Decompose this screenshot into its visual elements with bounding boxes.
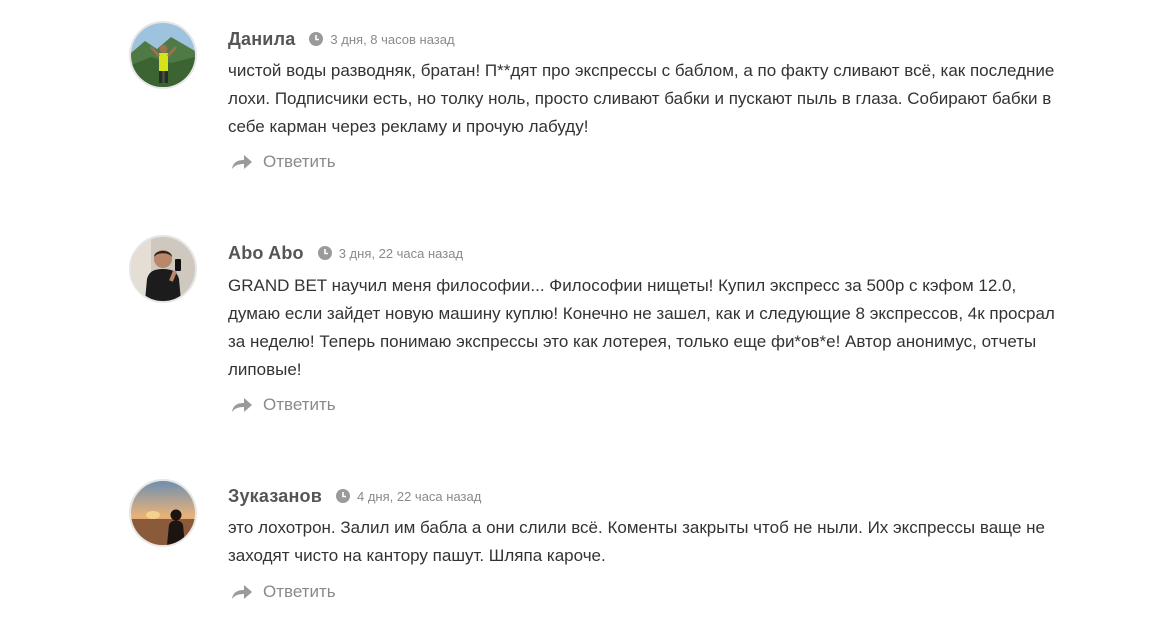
comment-meta: Abo Abo 3 дня, 22 часа назад xyxy=(228,240,463,266)
reply-label: Ответить xyxy=(263,395,336,414)
avatar[interactable] xyxy=(129,21,197,89)
comment-date[interactable]: 4 дня, 22 часа назад xyxy=(357,489,481,504)
comment-date[interactable]: 3 дня, 22 часа назад xyxy=(339,246,463,261)
avatar[interactable] xyxy=(129,235,197,303)
comment-author[interactable]: Abo Abo xyxy=(228,243,304,264)
user-photo-sunset-icon xyxy=(131,481,195,545)
comment-text: GRAND BET научил меня философии... Филос… xyxy=(228,276,1055,379)
reply-arrow-icon xyxy=(231,154,253,170)
clock-icon xyxy=(317,246,332,260)
comment-text: чистой воды разводняк, братан! П**дят пр… xyxy=(228,61,1055,136)
reply-arrow-icon xyxy=(231,397,253,413)
reply-label: Ответить xyxy=(263,582,336,601)
user-photo-mountain-icon xyxy=(131,23,195,87)
reply-button[interactable]: Ответить xyxy=(231,582,336,602)
avatar[interactable] xyxy=(129,479,197,547)
comment-meta: Данила 3 дня, 8 часов назад xyxy=(228,26,455,52)
clock-icon xyxy=(335,489,350,503)
comments-list: Данила 3 дня, 8 часов назад чистой воды … xyxy=(0,0,1160,641)
clock-icon xyxy=(309,32,324,46)
user-photo-selfie-icon xyxy=(131,237,195,301)
reply-label: Ответить xyxy=(263,152,336,171)
reply-arrow-icon xyxy=(231,584,253,600)
comment-text: это лохотрон. Залил им бабла а они слили… xyxy=(228,518,1045,565)
comment-date[interactable]: 3 дня, 8 часов назад xyxy=(330,32,454,47)
comment-meta: Зуказанов 4 дня, 22 часа назад xyxy=(228,483,481,509)
comment-author[interactable]: Зуказанов xyxy=(228,486,322,507)
reply-button[interactable]: Ответить xyxy=(231,152,336,172)
comment-author[interactable]: Данила xyxy=(228,29,295,50)
reply-button[interactable]: Ответить xyxy=(231,395,336,415)
